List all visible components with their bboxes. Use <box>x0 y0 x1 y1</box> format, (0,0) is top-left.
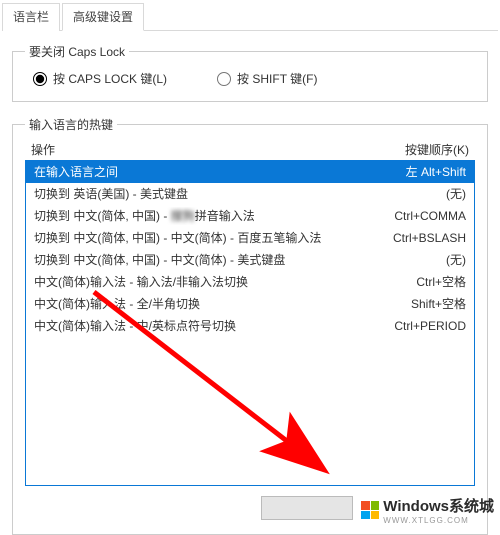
hotkey-action: 切换到 中文(简体, 中国) - 中文(简体) - 美式键盘 <box>34 251 285 269</box>
hotkey-action: 切换到 中文(简体, 中国) - 搜狗拼音输入法 <box>34 207 255 225</box>
hotkey-row[interactable]: 中文(简体)输入法 - 全/半角切换 Shift+空格 <box>26 293 474 315</box>
hotkeys-group: 输入语言的热键 操作 按键顺序(K) 在输入语言之间 左 Alt+Shift 切换到… <box>12 116 488 535</box>
hotkeys-header: 操作 按键顺序(K) <box>25 137 475 160</box>
tab-advanced-keys-label: 高级键设置 <box>73 10 133 24</box>
radio-shift-key[interactable]: 按 SHIFT 键(F) <box>217 70 317 87</box>
hotkey-action: 在输入语言之间 <box>34 163 118 181</box>
hotkey-row[interactable]: 中文(简体)输入法 - 输入法/非输入法切换 Ctrl+空格 <box>26 271 474 293</box>
windows-logo-icon <box>361 501 379 519</box>
hotkeys-header-action: 操作 <box>31 141 55 158</box>
hotkeys-listbox[interactable]: 在输入语言之间左 Alt+Shift切换到 英语(美国) - 美式键盘(无)切换… <box>25 160 475 486</box>
radio-shift-label: 按 SHIFT 键(F) <box>237 70 317 87</box>
change-key-sequence-button[interactable] <box>261 496 353 520</box>
radio-capslock-label: 按 CAPS LOCK 键(L) <box>53 70 167 87</box>
radio-capslock-key[interactable]: 按 CAPS LOCK 键(L) <box>33 70 167 87</box>
hotkey-keys: (无) <box>446 185 466 203</box>
watermark: Windows系统城 WWW.XTLGG.COM <box>361 495 494 525</box>
hotkey-row[interactable]: 在输入语言之间 左 Alt+Shift <box>26 161 474 183</box>
radio-capslock-input[interactable] <box>33 72 47 86</box>
hotkeys-header-keys: 按键顺序(K) <box>405 141 469 158</box>
hotkey-keys: Ctrl+BSLASH <box>393 229 466 247</box>
hotkey-row[interactable]: 切换到 英语(美国) - 美式键盘 (无) <box>26 183 474 205</box>
hotkey-action: 切换到 英语(美国) - 美式键盘 <box>34 185 188 203</box>
watermark-brand: Windows系统城 <box>383 495 494 516</box>
hotkey-action: 中文(简体)输入法 - 中/英标点符号切换 <box>34 317 236 335</box>
tab-advanced-keys[interactable]: 高级键设置 <box>62 3 144 31</box>
tab-bar: 语言栏 高级键设置 <box>2 2 498 31</box>
hotkey-row[interactable]: 切换到 中文(简体, 中国) - 中文(简体) - 美式键盘 (无) <box>26 249 474 271</box>
watermark-url: WWW.XTLGG.COM <box>383 516 494 525</box>
hotkey-keys: Shift+空格 <box>411 295 466 313</box>
hotkey-keys: 左 Alt+Shift <box>406 163 466 181</box>
hotkey-action: 中文(简体)输入法 - 全/半角切换 <box>34 295 200 313</box>
hotkey-action: 切换到 中文(简体, 中国) - 中文(简体) - 百度五笔输入法 <box>34 229 321 247</box>
hotkey-keys: Ctrl+PERIOD <box>394 317 466 335</box>
tab-content: 要关闭 Caps Lock 按 CAPS LOCK 键(L) 按 SHIFT 键… <box>0 31 500 535</box>
radio-shift-input[interactable] <box>217 72 231 86</box>
hotkey-keys: (无) <box>446 251 466 269</box>
hotkey-row[interactable]: 中文(简体)输入法 - 中/英标点符号切换 Ctrl+PERIOD <box>26 315 474 337</box>
hotkeys-legend: 输入语言的热键 <box>25 116 117 133</box>
capslock-legend: 要关闭 Caps Lock <box>25 43 129 60</box>
hotkey-row[interactable]: 切换到 中文(简体, 中国) - 搜狗拼音输入法 Ctrl+COMMA <box>26 205 474 227</box>
capslock-radio-row: 按 CAPS LOCK 键(L) 按 SHIFT 键(F) <box>25 64 475 87</box>
tab-language-bar[interactable]: 语言栏 <box>2 3 60 31</box>
hotkey-keys: Ctrl+空格 <box>416 273 466 291</box>
tab-language-bar-label: 语言栏 <box>13 10 49 24</box>
hotkey-action: 中文(简体)输入法 - 输入法/非输入法切换 <box>34 273 248 291</box>
hotkey-keys: Ctrl+COMMA <box>394 207 466 225</box>
hotkey-row[interactable]: 切换到 中文(简体, 中国) - 中文(简体) - 百度五笔输入法 Ctrl+BS… <box>26 227 474 249</box>
capslock-group: 要关闭 Caps Lock 按 CAPS LOCK 键(L) 按 SHIFT 键… <box>12 43 488 102</box>
